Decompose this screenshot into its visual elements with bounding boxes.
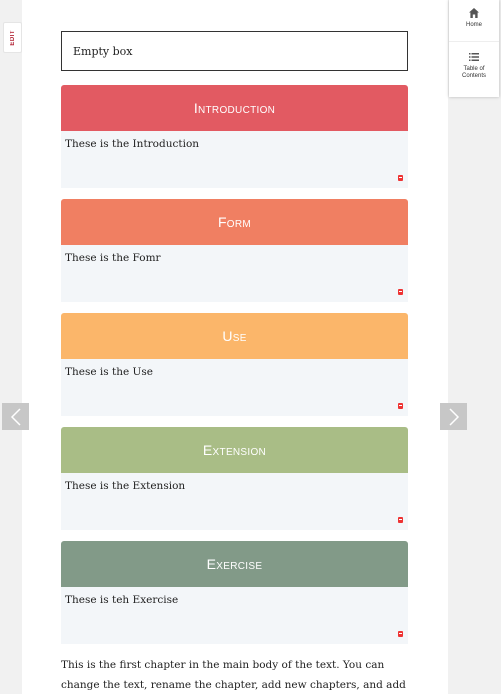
section-form: Form These is the Fomr <box>61 199 408 302</box>
prev-arrow-icon <box>10 407 21 426</box>
sidebar-item-home[interactable]: Home <box>449 0 499 42</box>
section-header: Introduction <box>61 85 408 131</box>
body-paragraph: This is the first chapter in the main bo… <box>61 659 406 691</box>
edit-mini-icon[interactable] <box>398 175 403 181</box>
section-body-text: These is the Fomr <box>65 252 161 264</box>
section-body-text: These is the Extension <box>65 480 186 492</box>
next-page-button[interactable] <box>440 403 467 430</box>
section-body: These is the Fomr <box>61 245 408 302</box>
list-icon <box>469 53 479 61</box>
section-header: Exercise <box>61 541 408 587</box>
edit-tab-label: EDIT <box>9 29 16 46</box>
section-header: Form <box>61 199 408 245</box>
empty-box: Empty box <box>61 31 408 71</box>
section-header: Use <box>61 313 408 359</box>
section-body: These is teh Exercise <box>61 587 408 644</box>
section-body-text: These is the Introduction <box>65 138 200 150</box>
section-title: Introduction <box>193 100 276 116</box>
next-arrow-icon <box>448 407 459 426</box>
section-extension: Extension These is the Extension <box>61 427 408 530</box>
empty-box-text: Empty box <box>73 44 133 58</box>
prev-page-button[interactable] <box>2 403 29 430</box>
sidebar: Home Table of Contents <box>449 0 499 97</box>
section-body-text: These is the Use <box>65 366 153 378</box>
sidebar-toc-label: Table of Contents <box>461 66 486 79</box>
sidebar-item-toc[interactable]: Table of Contents <box>449 42 499 80</box>
section-body: These is the Extension <box>61 473 408 530</box>
section-introduction: Introduction These is the Introduction <box>61 85 408 188</box>
sidebar-home-label: Home <box>465 22 482 28</box>
section-title: Extension <box>202 442 267 458</box>
edit-mini-icon[interactable] <box>398 403 403 409</box>
section-title: Form <box>217 214 252 230</box>
home-icon <box>469 8 479 18</box>
edit-mini-icon[interactable] <box>398 631 403 637</box>
section-title: Exercise <box>206 556 263 572</box>
section-title: Use <box>222 328 247 344</box>
section-body: These is the Introduction <box>61 131 408 188</box>
edit-mini-icon[interactable] <box>398 289 403 295</box>
section-body-text: These is teh Exercise <box>65 594 179 606</box>
section-use: Use These is the Use <box>61 313 408 416</box>
edit-mini-icon[interactable] <box>398 517 403 523</box>
edit-tab[interactable]: EDIT <box>3 22 22 53</box>
section-body: These is the Use <box>61 359 408 416</box>
section-exercise: Exercise These is teh Exercise <box>61 541 408 644</box>
section-header: Extension <box>61 427 408 473</box>
